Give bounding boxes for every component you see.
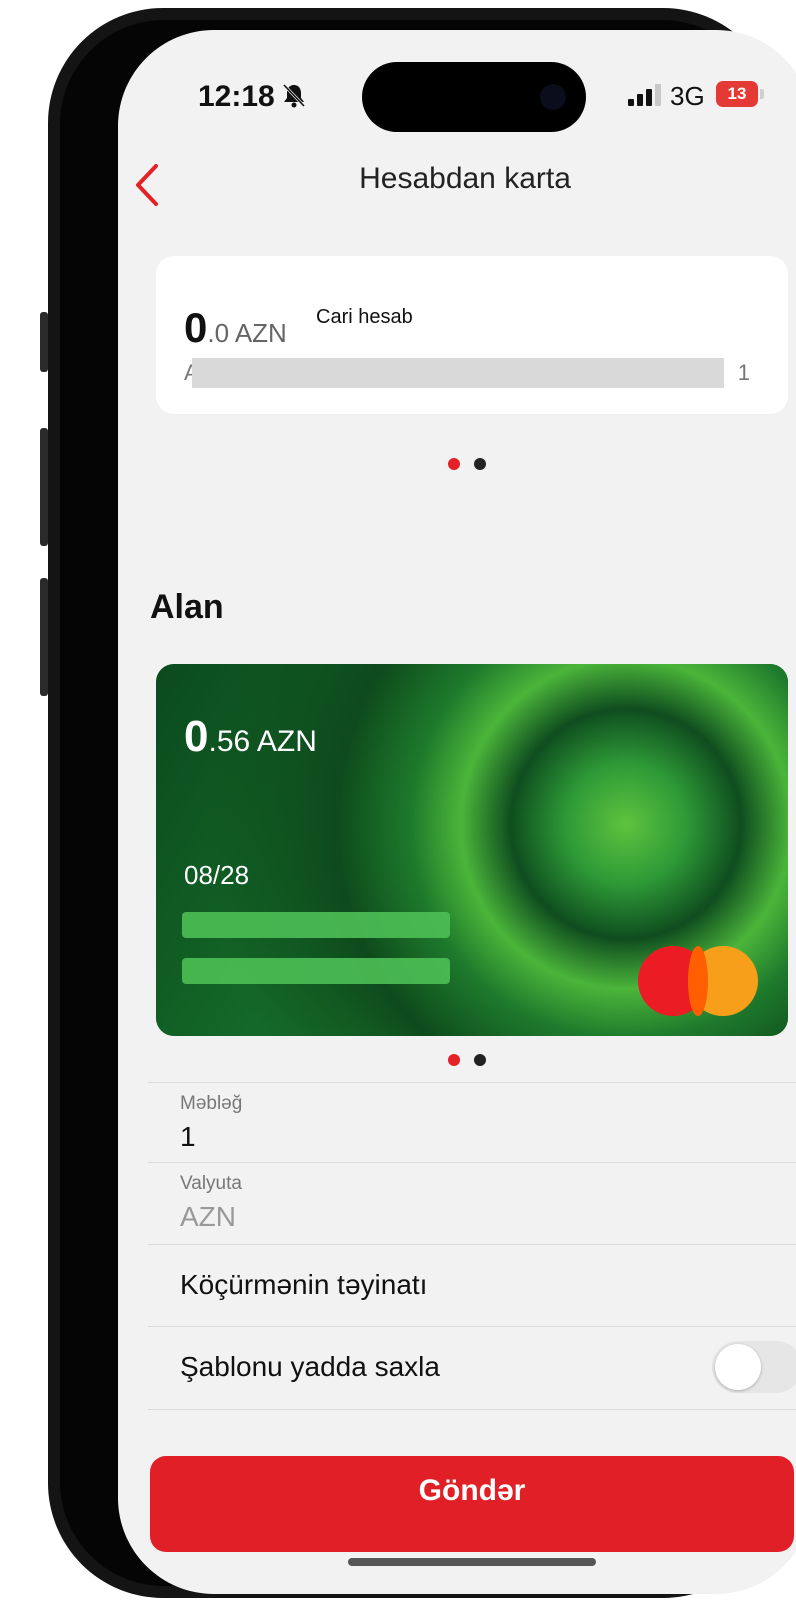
source-account-card[interactable]: 0.0 AZN Cari hesab A 1 xyxy=(156,256,788,414)
carousel-dot[interactable] xyxy=(474,458,486,470)
currency-field[interactable]: Valyuta AZN xyxy=(148,1162,796,1245)
send-button[interactable]: Göndər xyxy=(150,1456,794,1552)
signal-icon xyxy=(628,84,661,106)
currency-label: Valyuta xyxy=(180,1173,242,1194)
network-type: 3G xyxy=(670,81,705,111)
app-screen: 12:18 3G 13 Hesabdan karta 0.0 AZN Cari … xyxy=(118,30,796,1594)
amount-field[interactable]: Məbləğ 1 xyxy=(148,1082,796,1163)
currency-value: AZN xyxy=(180,1201,236,1232)
dynamic-island xyxy=(362,62,586,132)
source-carousel-dots xyxy=(448,458,488,472)
account-number-masked: A 1 xyxy=(184,358,750,388)
toggle-knob xyxy=(715,1344,761,1390)
purpose-placeholder[interactable]: Köçürmənin təyinatı xyxy=(180,1269,427,1301)
receiver-carousel-dots xyxy=(448,1054,488,1068)
balance-integer: 0 xyxy=(184,304,208,351)
volume-up-button xyxy=(40,428,48,546)
phone-frame: 12:18 3G 13 Hesabdan karta 0.0 AZN Cari … xyxy=(48,8,796,1598)
silent-switch xyxy=(40,312,48,372)
battery-icon: 13 xyxy=(716,81,758,107)
card-expiry: 08/28 xyxy=(184,860,250,890)
redaction-bar xyxy=(192,358,724,388)
send-button-label: Göndər xyxy=(418,1474,526,1507)
battery-tip xyxy=(760,89,764,99)
save-template-label: Şablonu yadda saxla xyxy=(180,1351,440,1382)
card-holder-redaction xyxy=(182,958,450,984)
card-balance-integer: 0 xyxy=(184,712,209,761)
mastercard-overlap xyxy=(688,946,708,1016)
card-number-redaction xyxy=(182,912,450,938)
save-template-row: Şablonu yadda saxla xyxy=(148,1326,796,1410)
save-template-toggle[interactable] xyxy=(712,1341,796,1393)
amount-label: Məbləğ xyxy=(180,1093,243,1114)
purpose-field[interactable]: Köçürmənin təyinatı xyxy=(148,1244,796,1327)
card-balance-fraction: .56 AZN xyxy=(208,725,317,758)
balance-fraction: .0 AZN xyxy=(207,318,287,348)
status-time: 12:18 xyxy=(198,80,275,113)
silent-bell-icon xyxy=(282,83,306,108)
account-balance: 0.0 AZN xyxy=(184,304,287,352)
account-number-end: 1 xyxy=(737,360,750,385)
carousel-dot-active[interactable] xyxy=(448,458,460,470)
carousel-dot-active[interactable] xyxy=(448,1054,460,1066)
volume-down-button xyxy=(40,578,48,696)
card-balance: 0.56 AZN xyxy=(184,712,317,762)
receiver-card[interactable]: 0.56 AZN 08/28 xyxy=(156,664,788,1036)
carousel-dot[interactable] xyxy=(474,1054,486,1066)
battery-level: 13 xyxy=(727,84,747,103)
home-indicator[interactable] xyxy=(348,1558,596,1566)
account-type: Cari hesab xyxy=(316,306,413,328)
page-title: Hesabdan karta xyxy=(359,162,571,195)
amount-value[interactable]: 1 xyxy=(180,1121,196,1153)
mastercard-icon xyxy=(638,946,758,1016)
receiver-section-title: Alan xyxy=(150,588,224,626)
camera-icon xyxy=(540,84,566,110)
